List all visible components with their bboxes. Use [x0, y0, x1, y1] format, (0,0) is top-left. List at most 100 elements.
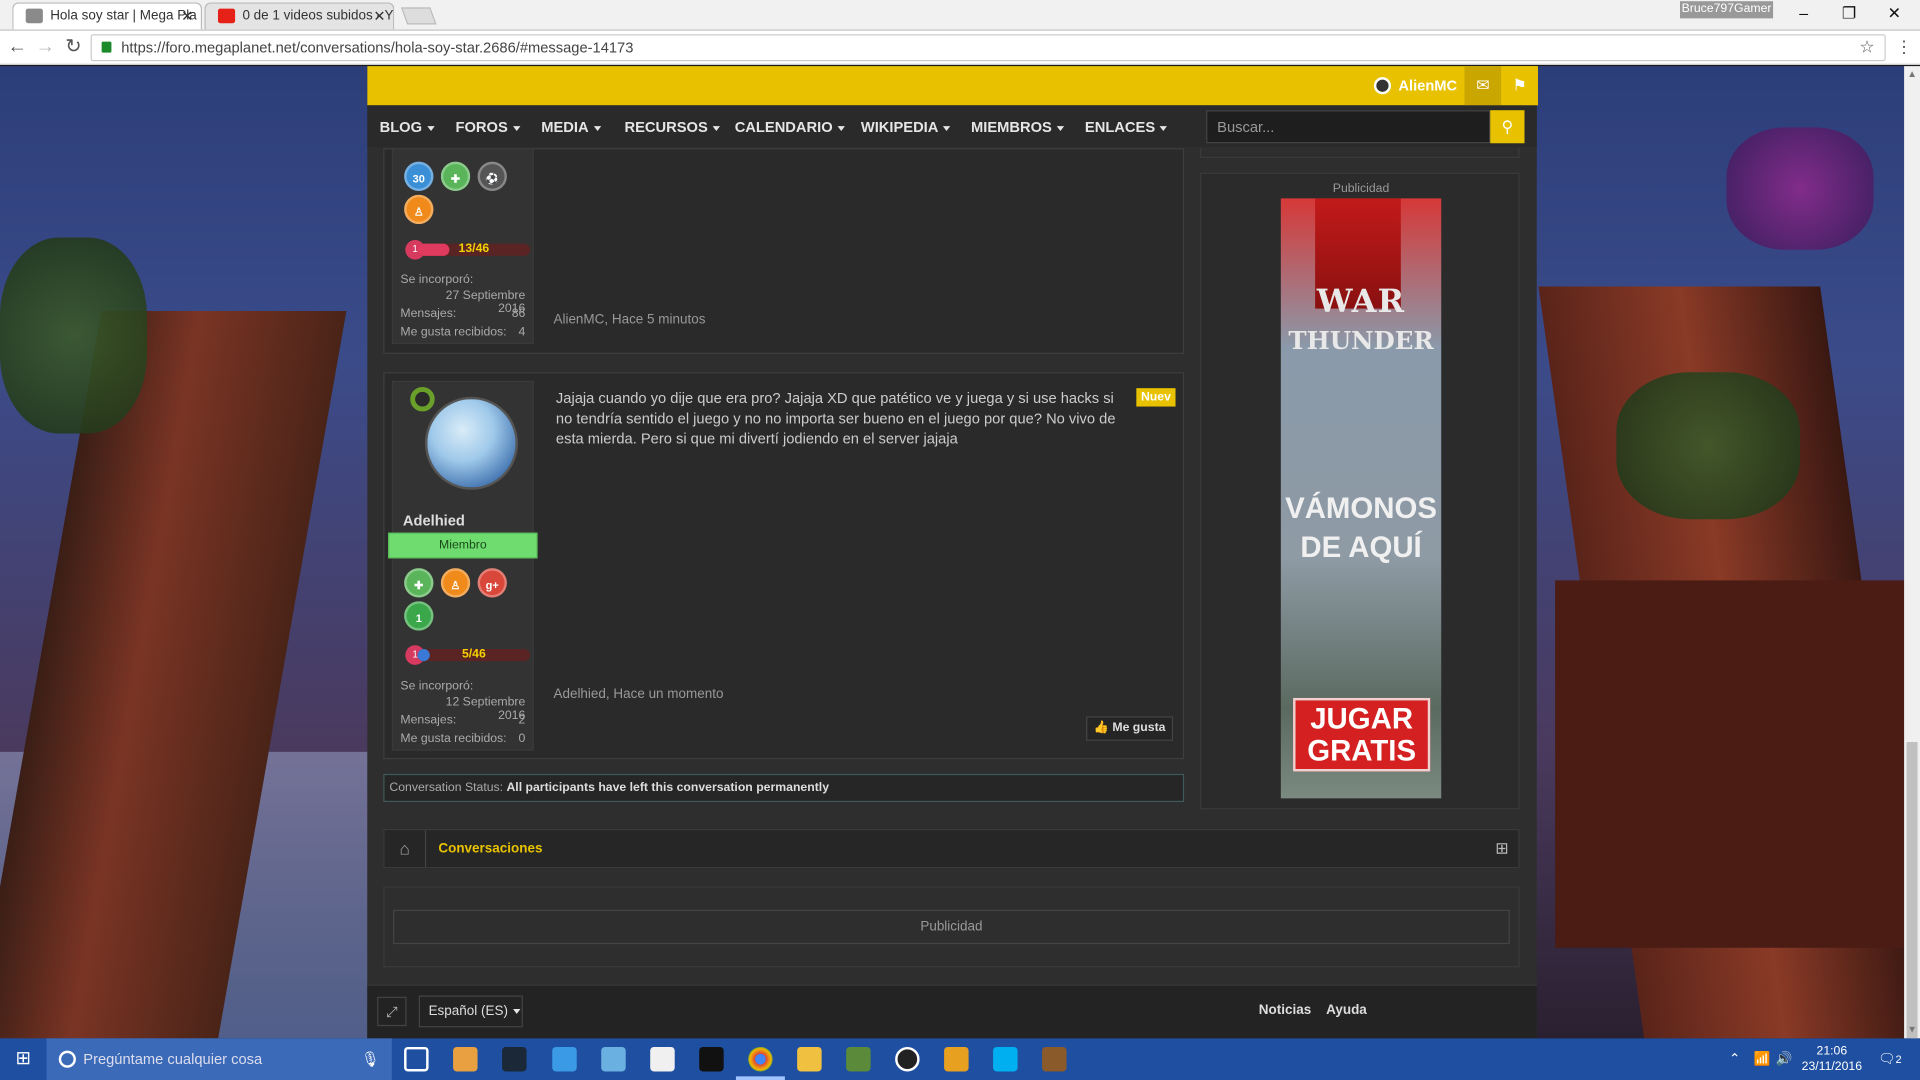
- xbox-icon[interactable]: [895, 1046, 920, 1072]
- browser-tab-youtube[interactable]: 0 de 1 videos subidos - Y ✕: [204, 2, 395, 30]
- user-badge-icon[interactable]: ♙: [404, 194, 434, 225]
- message-meta[interactable]: Adelhied, Hace un momento: [553, 687, 723, 702]
- close-window-icon[interactable]: ✕: [1876, 2, 1913, 26]
- shield-badge-icon[interactable]: ✚: [404, 568, 434, 598]
- network-icon[interactable]: 📶: [1753, 1038, 1770, 1080]
- sidebar-ad-block: Publicidad WAR THUNDER VÁMONOS DE AQUÍ J…: [1200, 172, 1520, 810]
- tab-title: 0 de 1 videos subidos - Y: [242, 8, 394, 24]
- browser-menu-icon[interactable]: ⋮: [1896, 37, 1913, 58]
- message-post: 30 ✚ ⚽ ♙ 1 13/46 Se incorporó: 27 Septie…: [383, 148, 1185, 354]
- browser-tab-bar: Hola soy star | Mega Pla ✕ 0 de 1 videos…: [0, 0, 1920, 31]
- media-player-icon[interactable]: [453, 1046, 478, 1072]
- video-editor-icon[interactable]: [699, 1046, 724, 1072]
- new-tab-button[interactable]: [400, 7, 437, 25]
- url-field[interactable]: https://foro.megaplanet.net/conversation…: [90, 34, 1886, 62]
- messages-count[interactable]: 2: [467, 714, 525, 727]
- footer-link-ayuda[interactable]: Ayuda: [1326, 1003, 1367, 1018]
- current-username[interactable]: AlienMC: [1398, 77, 1457, 94]
- skype-icon[interactable]: [993, 1046, 1018, 1072]
- shield-badge-icon[interactable]: ✚: [440, 161, 471, 192]
- inbox-icon[interactable]: ✉: [1464, 66, 1502, 106]
- youtube-favicon-icon: [217, 8, 236, 24]
- like-button[interactable]: 👍 Me gusta: [1086, 716, 1174, 741]
- edge-icon[interactable]: [552, 1046, 577, 1072]
- message-post: Adelhied Miembro ✚ ♙ g+ 1 1 5/46 Se inco…: [383, 372, 1185, 760]
- message-badge-icon[interactable]: 1: [404, 601, 434, 631]
- soccer-badge-icon[interactable]: ⚽: [477, 161, 507, 192]
- volume-icon[interactable]: 🔊: [1776, 1038, 1793, 1080]
- maximize-icon[interactable]: ❐: [1831, 2, 1868, 26]
- file-explorer-icon[interactable]: [797, 1046, 822, 1072]
- ad-play-free-button[interactable]: JUGAR GRATIS: [1293, 697, 1431, 772]
- expand-icon[interactable]: ⤢: [377, 996, 407, 1027]
- breadcrumb-conversaciones[interactable]: Conversaciones: [438, 841, 542, 856]
- address-bar: ← → ↻ https://foro.megaplanet.net/conver…: [0, 30, 1920, 65]
- notification-count: 2: [1895, 1053, 1902, 1066]
- new-message-tag: Nuev: [1136, 388, 1176, 407]
- forward-icon[interactable]: →: [33, 36, 57, 60]
- lock-icon: [101, 41, 112, 53]
- sitemap-icon[interactable]: ⊞: [1495, 839, 1508, 859]
- bookmark-star-icon[interactable]: ☆: [1859, 37, 1874, 58]
- chrome-icon[interactable]: [748, 1046, 773, 1072]
- minecraft-icon[interactable]: [846, 1046, 871, 1072]
- avatar[interactable]: [424, 396, 518, 490]
- close-tab-icon[interactable]: ✕: [373, 4, 385, 28]
- message-meta[interactable]: AlienMC, Hace 5 minutos: [553, 312, 705, 327]
- user-avatar-icon: [1373, 77, 1392, 95]
- online-indicator-icon: [410, 386, 435, 412]
- store-icon[interactable]: [650, 1046, 675, 1072]
- steam-icon[interactable]: [502, 1046, 527, 1072]
- chest-app-icon[interactable]: [1042, 1046, 1067, 1072]
- browser-tab-forum[interactable]: Hola soy star | Mega Pla ✕: [12, 2, 203, 30]
- system-clock[interactable]: 21:06 23/11/2016: [1798, 1043, 1867, 1075]
- caret-down-icon: [1160, 125, 1168, 131]
- war-thunder-ad[interactable]: WAR THUNDER VÁMONOS DE AQUÍ JUGAR GRATIS: [1280, 198, 1442, 799]
- google-plus-badge-icon[interactable]: g+: [477, 568, 507, 598]
- status-label: Conversation Status:: [389, 781, 504, 795]
- tray-expand-icon[interactable]: ⌃: [1729, 1038, 1740, 1080]
- messages-label: Mensajes:: [400, 713, 457, 728]
- microphone-icon[interactable]: 🎙: [361, 1038, 380, 1080]
- close-tab-icon[interactable]: ✕: [181, 4, 193, 28]
- scroll-down-icon[interactable]: ▼: [1907, 1024, 1918, 1035]
- reload-icon[interactable]: ↻: [61, 36, 85, 60]
- caret-down-icon: [943, 125, 951, 131]
- cortana-search-input[interactable]: Pregúntame cualquier cosa 🎙: [46, 1038, 392, 1080]
- page-scrollbar[interactable]: ▲ ▼: [1904, 66, 1920, 1039]
- footer-link-noticias[interactable]: Noticias: [1259, 1003, 1311, 1018]
- action-center-icon[interactable]: 🗨2: [1878, 1038, 1901, 1080]
- nav-miembros[interactable]: MIEMBROS: [971, 119, 1065, 136]
- forum-favicon-icon: [25, 8, 43, 24]
- search-icon[interactable]: ⚲: [1490, 110, 1525, 144]
- nav-media[interactable]: MEDIA: [541, 119, 601, 136]
- nav-recursos[interactable]: RECURSOS: [624, 119, 721, 136]
- message-body: Jajaja cuando yo dije que era pro? Jajaj…: [555, 389, 1116, 447]
- search-input[interactable]: Buscar...: [1206, 110, 1491, 144]
- alerts-flag-icon[interactable]: ⚑: [1501, 66, 1538, 106]
- scrollbar-thumb[interactable]: [1906, 742, 1918, 1039]
- game-launcher-icon[interactable]: [944, 1046, 969, 1072]
- user-info-column: Adelhied Miembro ✚ ♙ g+ 1 1 5/46 Se inco…: [388, 380, 538, 751]
- home-icon[interactable]: ⌂: [384, 830, 427, 867]
- nav-calendario[interactable]: CALENDARIO: [735, 119, 845, 136]
- trophy-badge-icon[interactable]: 30: [404, 161, 434, 192]
- username[interactable]: Adelhied: [403, 512, 465, 529]
- minimize-icon[interactable]: –: [1785, 2, 1822, 26]
- scroll-up-icon[interactable]: ▲: [1907, 69, 1918, 80]
- right-wall: [1555, 580, 1920, 948]
- caret-down-icon: [1056, 125, 1065, 131]
- nav-enlaces[interactable]: ENLACES: [1085, 119, 1168, 136]
- nav-foros[interactable]: FOROS: [456, 119, 521, 136]
- back-icon[interactable]: ←: [5, 36, 29, 60]
- notes-icon[interactable]: [601, 1046, 626, 1072]
- nav-wikipedia[interactable]: WIKIPEDIA: [861, 119, 951, 136]
- nav-blog[interactable]: BLOG: [380, 119, 435, 136]
- clock-date: 23/11/2016: [1801, 1060, 1863, 1074]
- messages-count[interactable]: 86: [467, 307, 526, 320]
- caret-down-icon: [837, 125, 845, 131]
- task-view-icon[interactable]: [404, 1046, 429, 1072]
- language-selector[interactable]: Español (ES): [418, 995, 523, 1028]
- user-badge-icon[interactable]: ♙: [440, 568, 471, 598]
- windows-start-icon[interactable]: ⊞: [0, 1038, 47, 1080]
